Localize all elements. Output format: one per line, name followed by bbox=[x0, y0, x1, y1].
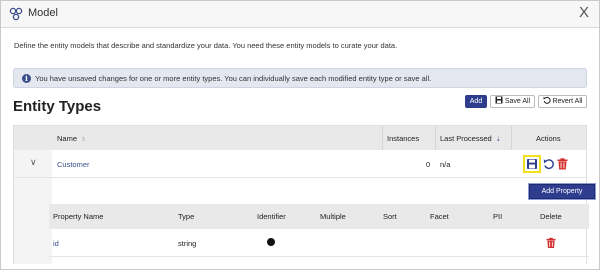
table-header: Name ⇕ Instances Last Processed ⇣ Actions bbox=[14, 126, 586, 150]
last-processed-value: n/a bbox=[440, 160, 451, 169]
column-divider bbox=[435, 126, 436, 150]
save-icon bbox=[527, 159, 537, 169]
properties-table: Property Name Type Identifier Multiple S… bbox=[49, 204, 589, 264]
column-divider bbox=[511, 126, 512, 150]
titlebar: Model X bbox=[1, 1, 599, 28]
header-delete: Delete bbox=[540, 212, 562, 221]
header-name-label: Name bbox=[57, 134, 78, 143]
add-entity-button[interactable]: Add bbox=[465, 95, 487, 108]
sort-icon: ⇣ bbox=[495, 137, 501, 143]
entity-name-link[interactable]: Customer bbox=[57, 160, 90, 169]
save-icon bbox=[495, 96, 503, 104]
chevron-down-icon[interactable]: ∨ bbox=[30, 157, 37, 168]
save-entity-button[interactable] bbox=[523, 155, 541, 173]
save-all-label: Save All bbox=[504, 98, 531, 105]
entity-properties-panel: Add Property Property Name Type Identifi… bbox=[14, 178, 595, 264]
header-facet: Facet bbox=[430, 212, 449, 221]
properties-header: Property Name Type Identifier Multiple S… bbox=[49, 204, 589, 229]
table-row: id string bbox=[49, 229, 589, 257]
alert-text: You have unsaved changes for one or more… bbox=[35, 74, 432, 83]
add-property-button[interactable]: Add Property bbox=[529, 184, 595, 199]
header-type: Type bbox=[178, 212, 195, 221]
sort-icon: ⇕ bbox=[81, 137, 87, 143]
save-all-button[interactable]: Save All bbox=[490, 95, 535, 108]
header-property-name: Property Name bbox=[53, 212, 104, 221]
property-type-value: string bbox=[178, 239, 197, 248]
header-last-processed-label: Last Processed bbox=[440, 134, 492, 143]
row-gutter bbox=[14, 178, 52, 264]
unsaved-changes-alert: i You have unsaved changes for one or mo… bbox=[13, 68, 587, 88]
header-name[interactable]: Name ⇕ bbox=[57, 134, 86, 143]
info-icon: i bbox=[22, 74, 31, 83]
page-description: Define the entity models that describe a… bbox=[14, 41, 398, 50]
dialog-title: Model bbox=[28, 7, 58, 19]
header-pii: PII bbox=[493, 212, 503, 221]
column-divider bbox=[382, 126, 383, 150]
revert-all-button[interactable]: Revert All bbox=[538, 95, 587, 108]
header-sort: Sort bbox=[383, 212, 397, 221]
revert-icon bbox=[543, 96, 551, 104]
revert-all-label: Revert All bbox=[552, 98, 583, 105]
property-name-link[interactable]: id bbox=[53, 239, 59, 248]
trash-icon[interactable] bbox=[546, 237, 556, 249]
header-last-processed[interactable]: Last Processed ⇣ bbox=[440, 134, 501, 143]
entity-types-table: Name ⇕ Instances Last Processed ⇣ Actions … bbox=[13, 125, 595, 264]
page-title: Entity Types bbox=[13, 98, 102, 115]
identifier-radio[interactable] bbox=[267, 238, 275, 246]
model-dialog: Model X Define the entity models that de… bbox=[0, 0, 600, 270]
model-app-icon bbox=[9, 7, 23, 21]
revert-entity-icon[interactable] bbox=[543, 158, 555, 170]
table-row: ∨ Customer 0 n/a bbox=[14, 150, 586, 178]
header-actions: Actions bbox=[536, 134, 561, 143]
header-instances: Instances bbox=[387, 134, 420, 143]
instances-count: 0 bbox=[426, 160, 431, 169]
header-identifier: Identifier bbox=[257, 212, 286, 221]
trash-icon[interactable] bbox=[557, 158, 568, 170]
header-multiple: Multiple bbox=[320, 212, 346, 221]
close-button[interactable]: X bbox=[579, 4, 589, 22]
